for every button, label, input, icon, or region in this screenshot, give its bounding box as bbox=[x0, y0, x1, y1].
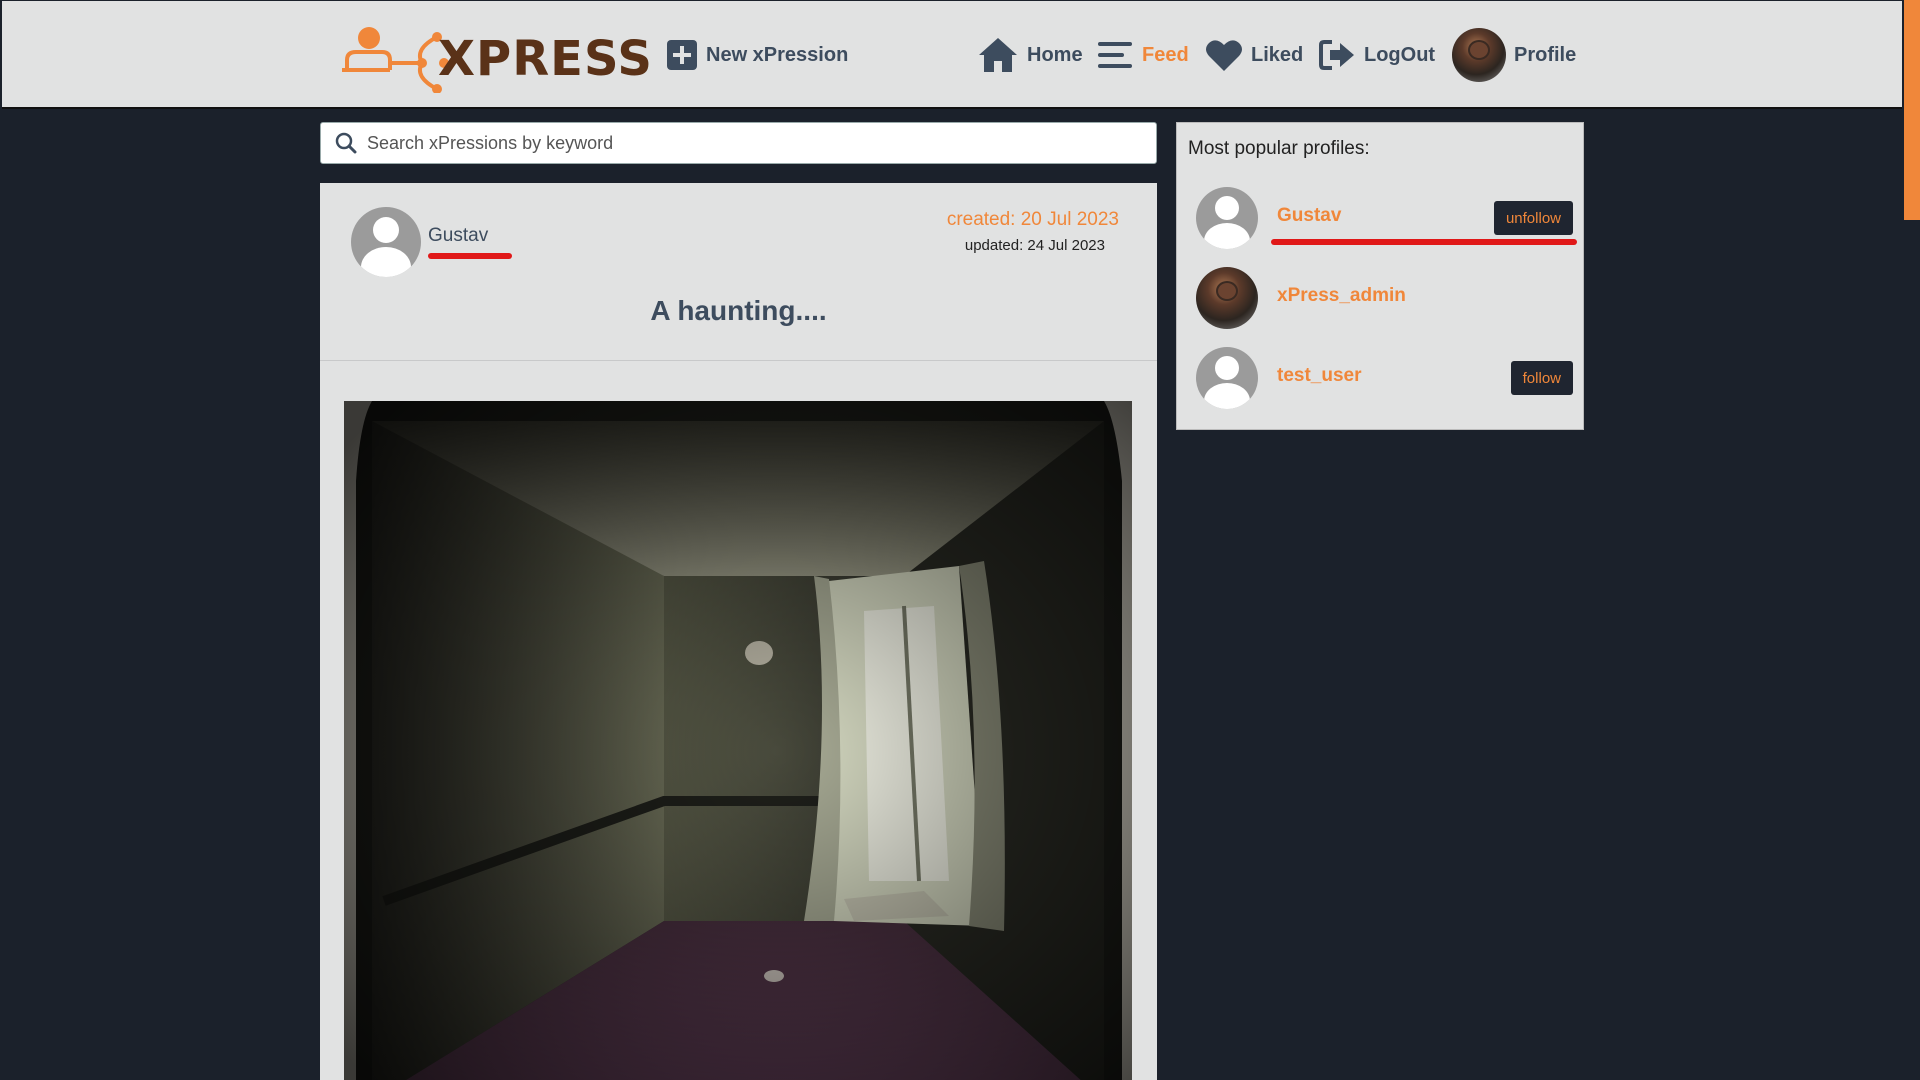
menu-lines-icon bbox=[1098, 42, 1132, 68]
nav-profile-label: Profile bbox=[1514, 43, 1577, 66]
profile-name-link[interactable]: Gustav bbox=[1277, 205, 1341, 227]
author-underline bbox=[428, 253, 512, 259]
nav-feed-label: Feed bbox=[1142, 43, 1189, 66]
nav-logout-label: LogOut bbox=[1364, 43, 1436, 66]
profile-avatar[interactable] bbox=[1196, 267, 1258, 329]
unfollow-button[interactable]: unfollow bbox=[1493, 201, 1573, 235]
nav-liked[interactable]: Liked bbox=[1205, 31, 1303, 79]
profile-row: xPress_admin bbox=[1177, 261, 1585, 331]
follow-button[interactable]: follow bbox=[1510, 361, 1573, 395]
search-input[interactable] bbox=[367, 132, 1127, 154]
plus-square-icon bbox=[667, 40, 697, 70]
profile-row: test_user follow bbox=[1177, 341, 1585, 411]
profile-underline bbox=[1271, 239, 1577, 245]
nav-home[interactable]: Home bbox=[977, 31, 1083, 79]
nav-liked-label: Liked bbox=[1251, 43, 1304, 66]
popular-profiles-panel: Most popular profiles: Gustav unfollow x… bbox=[1176, 122, 1584, 430]
profile-name-link[interactable]: test_user bbox=[1277, 365, 1362, 387]
haunted-room-image-icon bbox=[344, 401, 1132, 1080]
author-avatar[interactable] bbox=[351, 207, 421, 277]
new-xpression-button[interactable]: New xPression bbox=[666, 31, 848, 79]
post-created-date: created: 20 Jul 2023 bbox=[946, 209, 1119, 230]
post-updated-date: updated: 24 Jul 2023 bbox=[964, 237, 1105, 254]
profile-row: Gustav unfollow bbox=[1177, 181, 1585, 251]
logout-icon bbox=[1319, 40, 1354, 70]
home-icon bbox=[979, 38, 1017, 72]
search-bar bbox=[320, 122, 1157, 164]
profile-avatar[interactable] bbox=[1196, 347, 1258, 409]
top-navbar: XPRESS New xPression Home Feed Liked Log… bbox=[2, 1, 1902, 109]
nav-logout[interactable]: LogOut bbox=[1318, 31, 1435, 79]
popular-profiles-title: Most popular profiles: bbox=[1188, 138, 1370, 159]
profile-name-link[interactable]: xPress_admin bbox=[1277, 285, 1406, 307]
user-avatar bbox=[1452, 28, 1506, 82]
nav-home-label: Home bbox=[1027, 43, 1083, 66]
profile-avatar[interactable] bbox=[1196, 187, 1258, 249]
new-xpression-label: New xPression bbox=[706, 43, 849, 66]
post-title: A haunting.... bbox=[650, 295, 827, 326]
post-header: Gustav created: 20 Jul 2023 updated: 24 … bbox=[320, 183, 1157, 361]
post-image[interactable] bbox=[344, 401, 1132, 1080]
search-icon bbox=[335, 132, 357, 154]
post-author-link[interactable]: Gustav bbox=[428, 225, 488, 247]
nav-profile[interactable]: Profile bbox=[1452, 28, 1576, 82]
xpression-card: Gustav created: 20 Jul 2023 updated: 24 … bbox=[320, 183, 1157, 1080]
page-scrollbar-thumb[interactable] bbox=[1904, 0, 1920, 220]
brand-name: XPRESS bbox=[438, 31, 653, 87]
heart-icon bbox=[1206, 40, 1242, 71]
nav-feed[interactable]: Feed bbox=[1098, 31, 1189, 79]
